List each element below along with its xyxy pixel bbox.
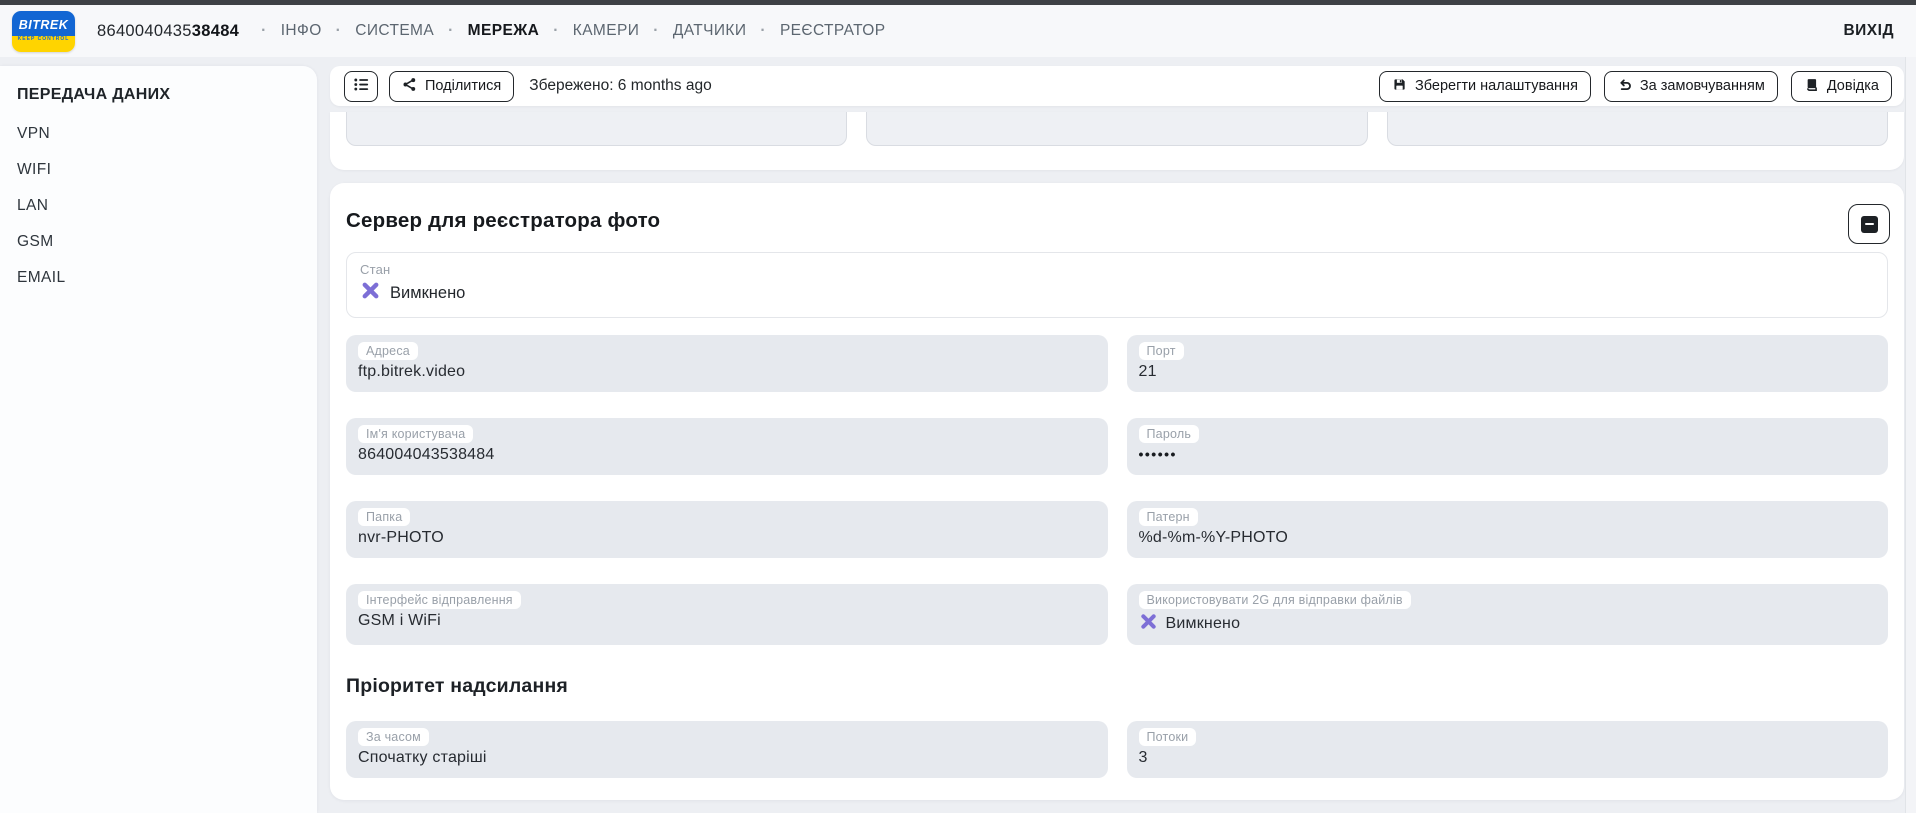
field-folder[interactable]: Папка nvr-PHOTO — [346, 501, 1108, 558]
field-pattern-label: Патерн — [1139, 508, 1198, 526]
toolbar-right-group: Зберегти налаштування За замовчуванням — [1379, 71, 1892, 102]
saved-status: Збережено: 6 months ago — [529, 77, 711, 95]
field-by-time-value: Спочатку старіші — [358, 749, 1096, 767]
state-label: Стан — [360, 262, 1874, 277]
sidebar: ПЕРЕДАЧА ДАНИХ VPN WIFI LAN GSM EMAIL — [0, 66, 317, 813]
field-threads-value: 3 — [1139, 749, 1877, 767]
disabled-x-icon — [360, 280, 381, 306]
sidebar-item-gsm[interactable]: GSM — [0, 224, 317, 260]
share-icon — [402, 77, 417, 96]
sidebar-item-lan[interactable]: LAN — [0, 188, 317, 224]
save-settings-button[interactable]: Зберегти налаштування — [1379, 71, 1591, 102]
sidebar-title: ПЕРЕДАЧА ДАНИХ — [0, 86, 317, 116]
menu-item-sensors[interactable]: ДАТЧИКИ — [639, 22, 746, 40]
reset-defaults-label: За замовчуванням — [1640, 78, 1765, 94]
field-username[interactable]: Ім'я користувача 864004043538484 — [346, 418, 1108, 475]
field-address[interactable]: Адреса ftp.bitrek.video — [346, 335, 1108, 392]
main-content: Поділитися Збережено: 6 months ago Збере… — [330, 66, 1904, 800]
logo-brand-text: BITREK — [12, 11, 75, 36]
collapse-card-button[interactable] — [1848, 204, 1890, 244]
fields-grid: Адреса ftp.bitrek.video Порт 21 Ім'я кор… — [346, 335, 1888, 645]
save-settings-label: Зберегти налаштування — [1415, 78, 1578, 94]
bitrek-logo[interactable]: BITREK KEEP CONTROL — [12, 11, 75, 52]
field-use-2g-value: Вимкнено — [1139, 612, 1877, 636]
field-pattern-value: %d-%m-%Y-PHOTO — [1139, 529, 1877, 547]
menu-item-registrar[interactable]: РЕЄСТРАТОР — [746, 22, 885, 40]
previous-card-cutoff — [330, 112, 1904, 170]
cutoff-field[interactable] — [1387, 112, 1888, 146]
menu-item-info[interactable]: ІНФО — [247, 22, 322, 40]
field-send-interface-value: GSM і WiFi — [358, 612, 1096, 630]
field-username-label: Ім'я користувача — [358, 425, 473, 443]
field-port[interactable]: Порт 21 — [1127, 335, 1889, 392]
field-by-time[interactable]: За часом Спочатку старіші — [346, 721, 1108, 778]
field-password[interactable]: Пароль •••••• — [1127, 418, 1889, 475]
sidebar-item-email[interactable]: EMAIL — [0, 260, 317, 296]
state-value-text: Вимкнено — [390, 284, 465, 303]
help-label: Довідка — [1827, 78, 1879, 94]
field-send-interface-label: Інтерфейс відправлення — [358, 591, 521, 609]
field-username-value: 864004043538484 — [358, 446, 1096, 464]
field-password-label: Пароль — [1139, 425, 1200, 443]
field-by-time-label: За часом — [358, 728, 429, 746]
reset-icon — [1617, 77, 1632, 96]
sidebar-item-wifi[interactable]: WIFI — [0, 152, 317, 188]
collapse-icon — [1861, 216, 1878, 233]
app-header: BITREK KEEP CONTROL 864004043538484 ІНФО… — [0, 5, 1916, 57]
cutoff-field[interactable] — [866, 112, 1367, 146]
device-id: 864004043538484 — [97, 22, 239, 41]
share-button-label: Поділитися — [425, 78, 501, 94]
main-menu: ІНФО СИСТЕМА МЕРЕЖА КАМЕРИ ДАТЧИКИ РЕЄСТ… — [247, 22, 885, 40]
field-use-2g-value-text: Вимкнено — [1166, 615, 1241, 633]
reset-defaults-button[interactable]: За замовчуванням — [1604, 71, 1778, 102]
logo-tagline: KEEP CONTROL — [12, 36, 75, 52]
logout-button[interactable]: ВИХІД — [1843, 22, 1894, 40]
field-folder-label: Папка — [358, 508, 410, 526]
share-button[interactable]: Поділитися — [389, 71, 514, 102]
help-button[interactable]: Довідка — [1791, 71, 1892, 102]
priority-section-heading: Пріоритет надсилання — [346, 675, 1888, 698]
field-folder-value: nvr-PHOTO — [358, 529, 1096, 547]
field-send-interface[interactable]: Інтерфейс відправлення GSM і WiFi — [346, 584, 1108, 645]
field-threads-label: Потоки — [1139, 728, 1197, 746]
sections-list-button[interactable] — [344, 71, 378, 102]
state-value: Вимкнено — [360, 280, 1874, 306]
priority-grid: За часом Спочатку старіші Потоки 3 — [346, 721, 1888, 778]
field-pattern[interactable]: Патерн %d-%m-%Y-PHOTO — [1127, 501, 1889, 558]
help-book-icon — [1804, 77, 1819, 96]
device-id-prefix: 8640040435 — [97, 22, 192, 40]
scrollbar[interactable] — [1905, 57, 1916, 813]
device-id-suffix: 38484 — [192, 22, 239, 40]
cutoff-field[interactable] — [346, 112, 847, 146]
state-field[interactable]: Стан Вимкнено — [346, 252, 1888, 318]
field-threads[interactable]: Потоки 3 — [1127, 721, 1889, 778]
field-password-value: •••••• — [1139, 446, 1877, 462]
field-use-2g-label: Використовувати 2G для відправки файлів — [1139, 591, 1411, 609]
save-icon — [1392, 77, 1407, 96]
menu-item-system[interactable]: СИСТЕМА — [322, 22, 434, 40]
sidebar-item-vpn[interactable]: VPN — [0, 116, 317, 152]
card-title: Сервер для реєстратора фото — [346, 183, 1888, 233]
menu-item-network[interactable]: МЕРЕЖА — [434, 22, 539, 40]
field-address-label: Адреса — [358, 342, 418, 360]
field-port-label: Порт — [1139, 342, 1184, 360]
photo-registrar-server-card: Сервер для реєстратора фото Стан Вимкнен… — [330, 183, 1904, 800]
field-address-value: ftp.bitrek.video — [358, 363, 1096, 381]
toolbar: Поділитися Збережено: 6 months ago Збере… — [330, 66, 1904, 106]
disabled-x-icon — [1139, 612, 1158, 636]
menu-item-cameras[interactable]: КАМЕРИ — [539, 22, 639, 40]
field-port-value: 21 — [1139, 363, 1877, 381]
list-icon — [352, 75, 371, 98]
field-use-2g[interactable]: Використовувати 2G для відправки файлів … — [1127, 584, 1889, 645]
